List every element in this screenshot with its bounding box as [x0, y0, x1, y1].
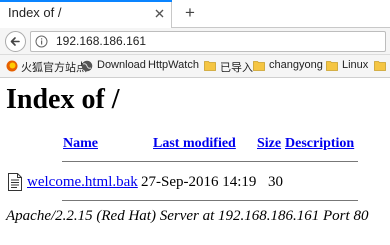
column-description-link[interactable]: Description: [285, 136, 354, 152]
folder-icon: [204, 61, 216, 71]
bookmark-firefox-site[interactable]: 火狐官方站点: [6, 59, 87, 74]
back-button[interactable]: [5, 31, 26, 52]
bookmark-label: 火狐官方站点: [21, 62, 87, 74]
bookmark-label: Linux: [342, 59, 369, 71]
info-icon[interactable]: [35, 35, 48, 48]
divider: [62, 161, 358, 162]
navigation-bar: 192.168.186.161: [0, 28, 390, 55]
size-cell: 30: [268, 174, 283, 190]
page-title: Index of /: [6, 84, 120, 115]
tab-index[interactable]: Index of /: [0, 0, 172, 28]
column-last-modified-link[interactable]: Last modified: [153, 136, 236, 152]
folder-icon: [374, 61, 386, 71]
globe-icon: [81, 60, 93, 72]
bookmark-download[interactable]: Download: [81, 59, 146, 74]
new-tab-button[interactable]: +: [181, 4, 199, 22]
bookmark-label: 已导入: [220, 62, 253, 74]
close-icon[interactable]: [153, 7, 166, 20]
bookmark-folder-imported[interactable]: 已导入: [204, 59, 253, 74]
file-link[interactable]: welcome.html.bak: [27, 174, 138, 191]
folder-icon: [253, 61, 265, 71]
bookmark-label: changyong: [269, 59, 323, 71]
bookmark-folder-linux[interactable]: Linux: [326, 59, 372, 74]
tab-strip: Index of / +: [0, 0, 390, 28]
bookmark-folder-overflow[interactable]: [374, 59, 386, 74]
divider: [62, 200, 358, 201]
tab-title: Index of /: [8, 5, 62, 20]
address-bar[interactable]: 192.168.186.161: [30, 31, 386, 52]
last-modified-cell: 27-Sep-2016 14:19: [141, 174, 257, 190]
file-text-icon: [8, 173, 22, 191]
back-arrow-icon: [10, 37, 20, 46]
column-name-link[interactable]: Name: [63, 136, 98, 152]
bookmark-folder-changyong[interactable]: changyong: [253, 59, 323, 74]
server-signature: Apache/2.2.15 (Red Hat) Server at 192.16…: [6, 208, 369, 224]
column-size-link[interactable]: Size: [257, 136, 281, 152]
folder-icon: [326, 61, 338, 71]
firefox-icon: [6, 60, 18, 72]
bookmark-httpwatch[interactable]: HttpWatch: [148, 59, 200, 74]
url-text: 192.168.186.161: [56, 34, 147, 48]
bookmarks-toolbar: 火狐官方站点 Download HttpWatch 已导入 changyong …: [0, 55, 390, 78]
bookmark-label: HttpWatch: [148, 59, 199, 71]
tab-active-indicator: [0, 0, 172, 2]
bookmark-label: Download: [97, 59, 146, 71]
